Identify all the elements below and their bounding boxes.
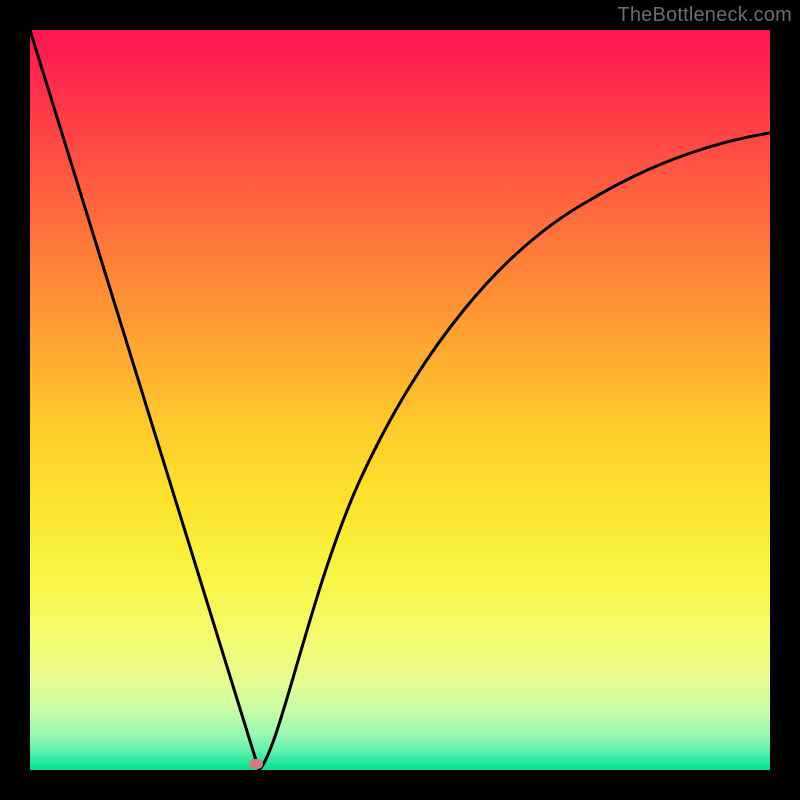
chart-frame: TheBottleneck.com: [0, 0, 800, 800]
watermark-text: TheBottleneck.com: [617, 4, 792, 27]
bottleneck-curve: [30, 30, 770, 770]
curve-path: [30, 30, 770, 770]
min-point-marker: [249, 759, 263, 769]
plot-area: [30, 30, 770, 770]
